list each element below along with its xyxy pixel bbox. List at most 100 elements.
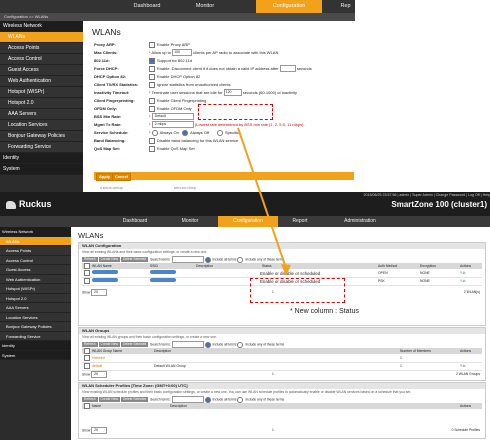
- sidebar-item-wlans[interactable]: WLANs: [0, 32, 83, 43]
- apply-button[interactable]: Apply: [96, 173, 114, 181]
- sidebar-item-wlans[interactable]: WLANs: [0, 236, 71, 246]
- show-select[interactable]: 20: [91, 371, 108, 378]
- refresh-button[interactable]: Refresh: [82, 257, 98, 263]
- include-all-radio[interactable]: [204, 396, 211, 403]
- cancel-button[interactable]: Cancel: [112, 173, 132, 181]
- mgmt-select[interactable]: 2 mbps: [151, 121, 194, 129]
- sidebar-item-forwarding-service[interactable]: Forwarding Service: [0, 142, 83, 153]
- schedule-always-off-radio[interactable]: [182, 129, 189, 136]
- create-new-button[interactable]: Create New: [98, 342, 120, 348]
- create-new-button[interactable]: Create New: [98, 397, 120, 403]
- sidebar-item-access-points[interactable]: Access Points: [0, 246, 71, 256]
- delete-selected-button[interactable]: Delete Selected: [120, 342, 149, 348]
- col-wlan-name[interactable]: WLAN Name: [92, 263, 112, 269]
- bss-select[interactable]: Default: [151, 113, 194, 121]
- row-checkbox[interactable]: [84, 270, 90, 276]
- sidebar-item-location-services[interactable]: Location Services: [0, 120, 83, 131]
- include-any-radio[interactable]: [237, 396, 244, 403]
- row-checkbox[interactable]: [84, 355, 90, 361]
- sidebar-item-hotspot-wispr[interactable]: Hotspot (WISPr): [0, 284, 71, 294]
- refresh-button[interactable]: Refresh: [82, 397, 98, 403]
- search-input[interactable]: [171, 396, 204, 403]
- create-new-button[interactable]: Create New: [98, 257, 120, 263]
- fingerprint-checkbox[interactable]: [149, 97, 155, 104]
- sidebar-item-identity[interactable]: Identity: [0, 153, 83, 164]
- sidebar-item-access-points[interactable]: Access Points: [0, 43, 83, 54]
- col-group-description[interactable]: Description: [154, 348, 171, 354]
- search-input[interactable]: [171, 341, 204, 348]
- client-stats-checkbox[interactable]: [149, 81, 155, 88]
- sidebar-item-bonjour-gateway[interactable]: Bonjour Gateway Policies: [0, 131, 83, 142]
- inactivity-input[interactable]: 120: [223, 89, 242, 97]
- search-input[interactable]: [171, 256, 204, 263]
- col-encryption[interactable]: Encryption: [420, 263, 436, 269]
- include-any-radio[interactable]: [237, 256, 244, 263]
- proxy-arp-checkbox[interactable]: [149, 41, 155, 48]
- show-select[interactable]: 20: [91, 289, 108, 296]
- table-row[interactable]: checked 1: [82, 355, 482, 363]
- col-description[interactable]: Description: [196, 263, 213, 269]
- page-number[interactable]: 1: [272, 371, 274, 378]
- sidebar-item-location-services[interactable]: Location Services: [0, 312, 71, 322]
- sidebar-item-access-control[interactable]: Access Control: [0, 54, 83, 65]
- include-all-radio[interactable]: [204, 256, 211, 263]
- ofdm-checkbox[interactable]: [149, 105, 155, 112]
- col-group-name[interactable]: WLAN Group Name: [92, 348, 122, 354]
- col-auth-method[interactable]: Auth Method: [378, 263, 397, 269]
- wlan-name-link[interactable]: [92, 270, 118, 274]
- page-number[interactable]: 1: [272, 427, 274, 434]
- force-dhcp-checkbox[interactable]: [149, 65, 155, 72]
- col-ssid[interactable]: SSID: [150, 263, 158, 269]
- tab-report[interactable]: Report: [280, 216, 320, 227]
- edit-icon[interactable]: ✎⧉: [460, 270, 465, 277]
- col-members[interactable]: Number of Members: [400, 348, 431, 354]
- sidebar-item-wireless-network[interactable]: Wireless Network: [0, 227, 71, 237]
- sidebar-item-system[interactable]: System: [0, 164, 83, 175]
- group-name-link[interactable]: default: [92, 363, 102, 370]
- edit-icon[interactable]: ✎⧉: [460, 363, 465, 370]
- table-row[interactable]: default Default WLAN Group 1 ✎⧉: [82, 363, 482, 371]
- tab-administration[interactable]: Administration: [330, 216, 390, 227]
- select-all-checkbox[interactable]: [84, 348, 90, 354]
- sidebar-item-bonjour-gateway[interactable]: Bonjour Gateway Policies: [0, 322, 71, 332]
- band-checkbox[interactable]: [149, 137, 155, 144]
- col-name[interactable]: Name: [92, 403, 101, 409]
- sidebar-item-hotspot-20[interactable]: Hotspot 2.0: [0, 293, 71, 303]
- dhcp82-checkbox[interactable]: [149, 73, 155, 80]
- tab-monitor[interactable]: Monitor: [180, 0, 230, 13]
- table-row[interactable]: Enable or disable or scheduled OPEN NONE…: [82, 270, 482, 278]
- schedule-always-on-radio[interactable]: [151, 129, 158, 136]
- sidebar-item-wireless-network[interactable]: Wireless Network: [0, 21, 83, 32]
- include-all-radio[interactable]: [204, 341, 211, 348]
- tab-monitor[interactable]: Monitor: [165, 216, 215, 227]
- sidebar-item-access-control[interactable]: Access Control: [0, 255, 71, 265]
- tab-dashboard[interactable]: Dashboard: [110, 216, 160, 227]
- sidebar-item-hotspot-wispr[interactable]: Hotspot (WISPr): [0, 87, 83, 98]
- sidebar-item-system[interactable]: System: [0, 350, 71, 360]
- tab-report[interactable]: Rep: [336, 0, 355, 13]
- tab-configuration[interactable]: Configuration: [256, 0, 322, 13]
- col-sched-description[interactable]: Description: [170, 403, 187, 409]
- col-status[interactable]: Status: [262, 263, 272, 269]
- tab-dashboard[interactable]: Dashboard: [118, 0, 176, 13]
- schedule-specific-radio[interactable]: [216, 129, 223, 136]
- sidebar-item-hotspot-20[interactable]: Hotspot 2.0: [0, 98, 83, 109]
- status-line[interactable]: 2015/08/25 23:57:56 | admin | Super Admi…: [300, 193, 490, 197]
- max-clients-input[interactable]: 100: [172, 49, 193, 57]
- qos-checkbox[interactable]: [149, 145, 155, 152]
- sidebar-item-forwarding-service[interactable]: Forwarding Service: [0, 331, 71, 341]
- sidebar-item-guest-access[interactable]: Guest Access: [0, 65, 83, 76]
- row-checkbox[interactable]: [84, 278, 90, 284]
- edit-icon[interactable]: ✎⧉: [460, 278, 465, 285]
- select-all-checkbox[interactable]: [84, 403, 90, 409]
- delete-selected-button[interactable]: Delete Selected: [120, 397, 149, 403]
- sidebar-item-aaa-servers[interactable]: AAA Servers: [0, 109, 83, 120]
- include-any-radio[interactable]: [237, 341, 244, 348]
- delete-selected-button[interactable]: Delete Selected: [120, 257, 149, 263]
- dot11d-checkbox[interactable]: [149, 57, 155, 64]
- group-name-link[interactable]: checked: [92, 355, 105, 362]
- row-checkbox[interactable]: [84, 363, 90, 369]
- sidebar-item-web-authentication[interactable]: Web Authentication: [0, 274, 71, 284]
- sidebar-item-identity[interactable]: Identity: [0, 341, 71, 351]
- show-select[interactable]: 20: [91, 427, 108, 434]
